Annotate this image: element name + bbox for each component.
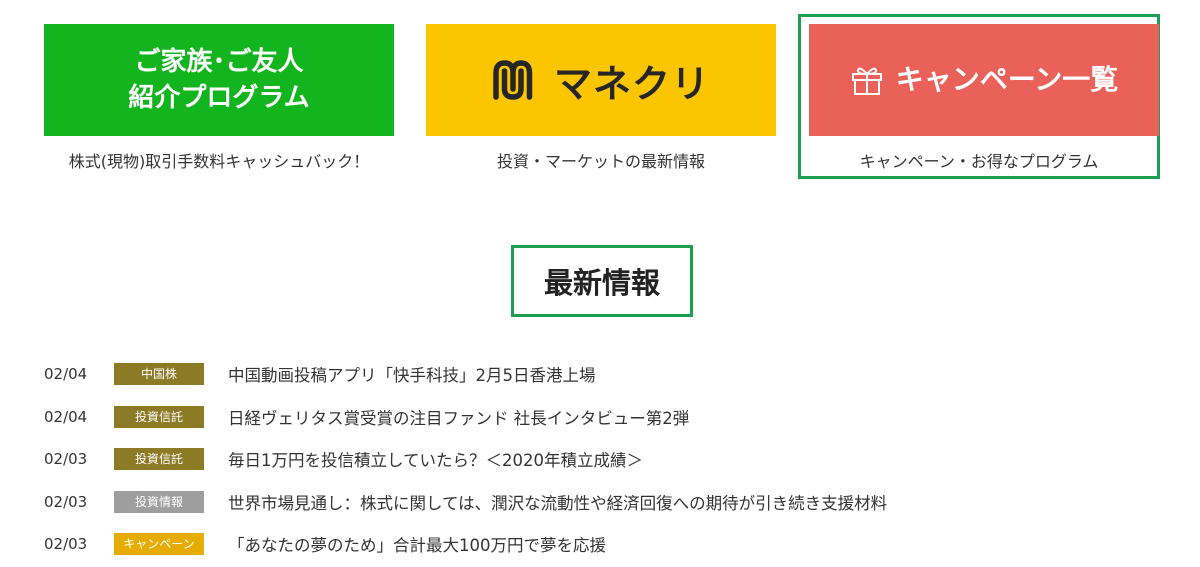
news-headline-link[interactable]: 毎日1万円を投信積立していたら？＜2020年積立成績＞ (228, 447, 643, 471)
news-headline-link[interactable]: 日経ヴェリタス賞受賞の注目ファンド 社長インタビュー第2弾 (228, 405, 689, 429)
news-headline-link[interactable]: 世界市場見通し：株式に関しては、潤沢な流動性や経済回復への期待が引き続き支援材料 (228, 490, 887, 514)
news-category-badge: 投資情報 (114, 490, 204, 513)
latest-news-heading: 最新情報 (543, 266, 660, 300)
campaign-card: キャンペーン一覧 キャンペーン・お得なプログラム (798, 14, 1160, 179)
news-item[interactable]: 02/03 投資信託 毎日1万円を投信積立していたら？＜2020年積立成績＞ (44, 438, 1164, 481)
latest-news-heading-box: 最新情報 (511, 245, 693, 317)
news-headline-link[interactable]: 「あなたの夢のため」合計最大100万円で夢を応援 (228, 532, 606, 556)
news-list: 02/04 中国株 中国動画投稿アプリ「快手科技」2月5日香港上場 02/04 … (44, 353, 1164, 566)
gift-icon (851, 67, 882, 95)
news-date: 02/04 (44, 407, 88, 426)
news-item[interactable]: 02/04 投資信託 日経ヴェリタス賞受賞の注目ファンド 社長インタビュー第2弾 (44, 396, 1164, 439)
referral-program-title: ご家族･ご友人 紹介プログラム (128, 47, 310, 113)
news-category-badge: 中国株 (114, 363, 204, 386)
monecli-card: マネクリ 投資・マーケットの最新情報 (426, 14, 788, 179)
monecli-title: マネクリ (553, 61, 710, 106)
news-item[interactable]: 02/03 投資情報 世界市場見通し：株式に関しては、潤沢な流動性や経済回復への… (44, 481, 1164, 524)
monecli-m-logo-icon (493, 60, 533, 100)
news-date: 02/03 (44, 450, 88, 469)
news-category-badge: キャンペーン (114, 533, 204, 556)
news-item[interactable]: 02/03 キャンペーン 「あなたの夢のため」合計最大100万円で夢を応援 (44, 523, 1164, 566)
news-category-badge: 投資信託 (114, 405, 204, 428)
news-date: 02/03 (44, 535, 88, 554)
news-date: 02/04 (44, 365, 88, 384)
monecli-banner[interactable]: マネクリ (426, 24, 776, 136)
campaign-title: キャンペーン一覧 (895, 63, 1119, 96)
campaign-caption: キャンペーン・お得なプログラム (859, 152, 1099, 171)
referral-program-banner[interactable]: ご家族･ご友人 紹介プログラム (44, 24, 394, 136)
news-date: 02/03 (44, 492, 88, 511)
campaign-banner[interactable]: キャンペーン一覧 (809, 24, 1159, 136)
news-headline-link[interactable]: 中国動画投稿アプリ「快手科技」2月5日香港上場 (228, 362, 596, 386)
news-category-badge: 投資信託 (114, 448, 204, 471)
referral-program-caption: 株式(現物)取引手数料キャッシュバック！ (68, 152, 370, 171)
monecli-caption: 投資・マーケットの最新情報 (496, 152, 705, 171)
news-item[interactable]: 02/04 中国株 中国動画投稿アプリ「快手科技」2月5日香港上場 (44, 353, 1164, 396)
referral-program-card: ご家族･ご友人 紹介プログラム 株式(現物)取引手数料キャッシュバック！ (44, 14, 406, 179)
